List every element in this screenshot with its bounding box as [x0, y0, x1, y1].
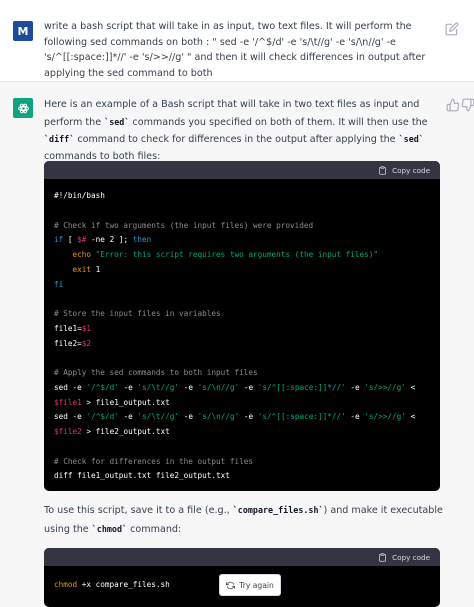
code-line: #!/bin/bash	[54, 191, 105, 200]
code-line: file1=$1	[54, 323, 92, 333]
code-line: fi	[54, 279, 64, 289]
user-message-text: write a bash script that will take in as…	[44, 21, 426, 79]
code-block-bash-script: Copy code #!/bin/bash # Check if two arg…	[44, 161, 440, 491]
inline-code: `compare_files.sh`	[232, 505, 324, 515]
edit-icon[interactable]	[445, 22, 459, 36]
assistant-outro-text: To use this script, save it to a file (e…	[44, 505, 443, 535]
assistant-message: Here is an example of a Bash script that…	[0, 82, 474, 607]
inline-code: `sed`	[104, 116, 130, 127]
code-line: file2=$2	[54, 338, 92, 348]
openai-logo-icon	[17, 103, 29, 113]
inline-code: `chmod`	[91, 524, 128, 534]
assistant-avatar	[13, 98, 33, 118]
code-line: # Store the input files in variables	[54, 309, 221, 318]
thumbs-down-icon[interactable]	[461, 98, 474, 112]
user-message: M write a bash script that will take in …	[0, 0, 474, 82]
code-block-header: Copy code	[44, 161, 440, 179]
code-block-header: Copy code	[44, 548, 440, 566]
copy-code-button[interactable]: Copy code	[378, 553, 430, 562]
code-line: echo "Error: this script requires two ar…	[72, 250, 378, 259]
code-line: $file2 > file2_output.txt	[54, 427, 170, 436]
copy-code-button[interactable]: Copy code	[378, 166, 430, 175]
refresh-icon	[226, 581, 236, 589]
try-again-button[interactable]: Try again	[219, 574, 281, 596]
code-line: exit 1	[72, 264, 101, 274]
inline-code: `diff`	[44, 134, 75, 144]
thumbs-up-icon[interactable]	[446, 98, 460, 112]
clipboard-icon	[379, 165, 387, 175]
code-line: $file1 > file1_output.txt	[54, 397, 170, 407]
code-line: sed -e '/^$/d' -e 's/\t//g' -e 's/\n//g'…	[54, 412, 416, 422]
code-line: if [ $# -ne 2 ]; then	[54, 235, 152, 245]
code-line: sed -e '/^$/d' -e 's/\t//g' -e 's/\n//g'…	[54, 382, 416, 392]
code-line: # Check for differences in the output fi…	[54, 456, 254, 466]
user-avatar: M	[13, 21, 33, 41]
clipboard-icon	[379, 552, 387, 562]
code-line: diff file1_output.txt file2_output.txt	[54, 471, 230, 481]
code-content: #!/bin/bash # Check if two arguments (th…	[44, 179, 440, 484]
code-line: # Apply the sed commands to both input f…	[54, 368, 258, 377]
code-line: # Check if two arguments (the input file…	[54, 220, 314, 230]
inline-code: `sed`	[398, 134, 424, 144]
assistant-intro-text: Here is an example of a Bash script that…	[44, 99, 428, 162]
